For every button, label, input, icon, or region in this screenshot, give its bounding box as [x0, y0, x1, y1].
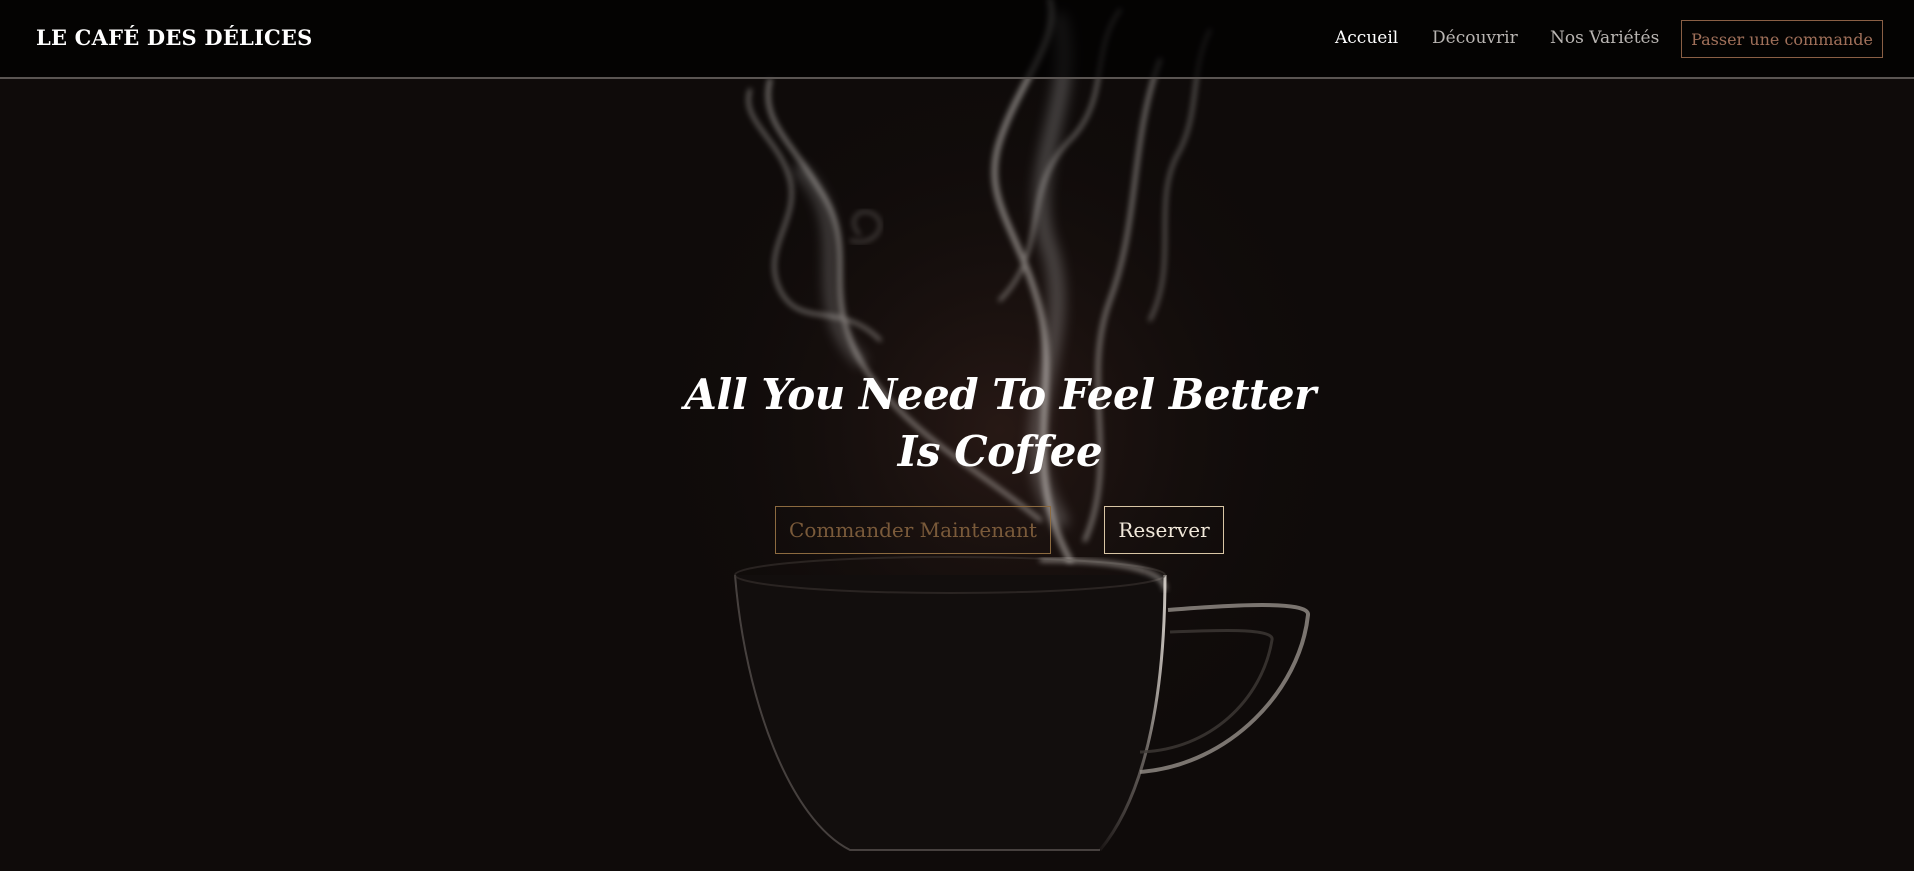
- navbar: LE CAFÉ DES DÉLICES Accueil Découvrir No…: [0, 0, 1914, 79]
- nav-link-decouvrir[interactable]: Découvrir: [1432, 28, 1518, 48]
- reserve-button[interactable]: Reserver: [1104, 506, 1224, 554]
- hero-headline: All You Need To Feel Better Is Coffee: [657, 366, 1343, 480]
- nav-link-accueil[interactable]: Accueil: [1335, 28, 1398, 48]
- hero-headline-line-2: Is Coffee: [897, 427, 1103, 476]
- order-now-label: Commander Maintenant: [789, 518, 1037, 542]
- hero-headline-line-1: All You Need To Feel Better: [684, 370, 1316, 419]
- brand-logo[interactable]: LE CAFÉ DES DÉLICES: [36, 25, 313, 50]
- page: LE CAFÉ DES DÉLICES Accueil Découvrir No…: [0, 0, 1914, 871]
- place-order-label: Passer une commande: [1691, 29, 1873, 49]
- reserve-label: Reserver: [1118, 518, 1210, 542]
- nav-link-nos-varietes[interactable]: Nos Variétés: [1550, 28, 1659, 48]
- place-order-button[interactable]: Passer une commande: [1681, 20, 1883, 58]
- order-now-button[interactable]: Commander Maintenant: [775, 506, 1051, 554]
